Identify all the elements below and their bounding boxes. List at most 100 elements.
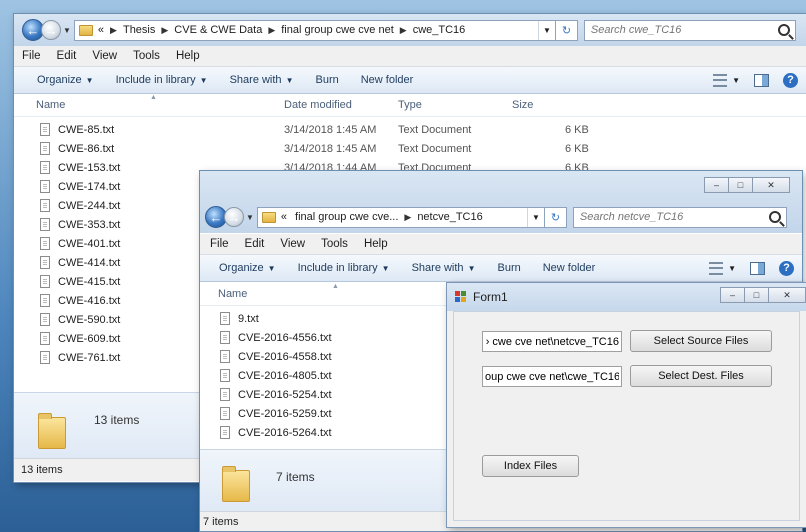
change-view-button[interactable]: ▼ <box>713 73 740 87</box>
menu-edit[interactable]: Edit <box>49 50 85 62</box>
share-with-label: Share with <box>411 262 464 274</box>
file-name: CWE-86.txt <box>58 142 115 155</box>
search-box[interactable] <box>572 206 787 228</box>
include-in-library-label: Include in library <box>115 74 196 86</box>
forward-arrow-icon[interactable]: → <box>224 207 244 227</box>
select-source-files-button[interactable]: Select Source Files <box>630 330 772 352</box>
menu-file[interactable]: File <box>202 238 237 250</box>
search-icon[interactable] <box>777 23 790 36</box>
breadcrumb-separator-icon: ▶ <box>161 24 169 35</box>
refresh-icon[interactable]: ↻ <box>544 206 567 228</box>
list-item[interactable]: CVE-2016-5264.txt <box>220 423 460 442</box>
file-name: CWE-174.txt <box>58 180 121 193</box>
list-item[interactable]: CVE-2016-4805.txt <box>220 366 460 385</box>
list-item[interactable]: CVE-2016-4558.txt <box>220 347 460 366</box>
menu-view[interactable]: View <box>272 238 313 250</box>
menu-tools[interactable]: Tools <box>125 50 168 62</box>
column-date-modified[interactable]: Date modified <box>284 99 352 111</box>
list-item[interactable]: 9.txt <box>220 309 460 328</box>
burn-button[interactable]: Burn <box>486 262 531 274</box>
column-name[interactable]: Name <box>36 99 65 111</box>
search-icon[interactable] <box>768 210 781 223</box>
text-file-icon <box>40 275 50 288</box>
breadcrumb-cve-cwe-data[interactable]: CVE & CWE Data <box>174 24 262 36</box>
file-date: 3/14/2018 1:45 AM <box>284 123 377 136</box>
breadcrumb[interactable]: « ▶ Thesis ▶ CVE & CWE Data ▶ final grou… <box>73 19 556 41</box>
column-name[interactable]: Name <box>218 288 247 300</box>
menu-help[interactable]: Help <box>168 50 208 62</box>
breadcrumb-netcve-tc16[interactable]: netcve_TC16 <box>417 211 482 223</box>
menu-tools[interactable]: Tools <box>313 238 356 250</box>
file-name: CWE-609.txt <box>58 332 121 345</box>
details-item-count: 7 items <box>276 470 315 484</box>
column-size[interactable]: Size <box>512 99 533 111</box>
text-file-icon <box>40 218 50 231</box>
breadcrumb-overflow[interactable]: « <box>98 24 104 36</box>
share-with-button[interactable]: Share with ▼ <box>401 262 487 274</box>
menu-edit[interactable]: Edit <box>237 238 273 250</box>
forward-arrow-icon[interactable]: → <box>41 20 61 40</box>
index-files-button[interactable]: Index Files <box>482 455 579 477</box>
close-icon[interactable]: ✕ <box>752 177 790 193</box>
breadcrumb[interactable]: « final group cwe cve... ▶ netcve_TC16 ▼ <box>256 206 545 228</box>
menu-help[interactable]: Help <box>356 238 396 250</box>
search-input[interactable] <box>584 24 795 36</box>
dest-path-field[interactable] <box>482 366 622 387</box>
minimize-icon[interactable]: – <box>704 177 729 193</box>
help-icon[interactable]: ? <box>783 72 798 88</box>
preview-pane-icon[interactable] <box>754 73 769 87</box>
menu-file[interactable]: File <box>14 50 49 62</box>
list-item[interactable]: CVE-2016-4556.txt <box>220 328 460 347</box>
search-box[interactable] <box>583 19 796 41</box>
source-path-field[interactable] <box>482 331 622 352</box>
include-in-library-button[interactable]: Include in library ▼ <box>287 262 401 274</box>
text-file-icon <box>220 388 230 401</box>
close-icon[interactable]: ✕ <box>768 287 806 303</box>
recent-pages-dropdown-icon[interactable]: ▼ <box>246 213 254 222</box>
text-file-icon <box>220 312 230 325</box>
share-with-button[interactable]: Share with ▼ <box>219 74 305 86</box>
chevron-down-icon: ▼ <box>85 76 94 85</box>
file-name: CWE-414.txt <box>58 256 121 269</box>
minimize-icon[interactable]: – <box>720 287 745 303</box>
list-item[interactable]: CWE-85.txt 3/14/2018 1:45 AM Text Document… <box>40 120 600 139</box>
breadcrumb-final-group[interactable]: final group cwe cve net <box>281 24 394 36</box>
new-folder-button[interactable]: New folder <box>350 74 425 86</box>
chevron-down-icon[interactable]: ▼ <box>526 207 544 227</box>
list-item[interactable]: CWE-86.txt 3/14/2018 1:45 AM Text Document… <box>40 139 600 158</box>
form-title: Form1 <box>473 290 508 304</box>
file-name: CVE-2016-4558.txt <box>238 350 332 363</box>
form-client-area: Select Source Files Select Dest. Files I… <box>453 311 800 521</box>
file-size: 6 KB <box>565 142 589 155</box>
organize-button[interactable]: Organize ▼ <box>208 262 287 274</box>
menu-view[interactable]: View <box>84 50 125 62</box>
refresh-icon[interactable]: ↻ <box>555 19 578 41</box>
preview-pane-icon[interactable] <box>750 261 765 275</box>
file-size: 6 KB <box>565 123 589 136</box>
text-file-icon <box>40 237 50 250</box>
organize-button[interactable]: Organize ▼ <box>26 74 105 86</box>
breadcrumb-cwe-tc16[interactable]: cwe_TC16 <box>413 24 466 36</box>
chevron-down-icon: ▼ <box>728 263 736 273</box>
recent-pages-dropdown-icon[interactable]: ▼ <box>63 26 71 35</box>
text-file-icon <box>40 180 50 193</box>
breadcrumb-overflow[interactable]: « <box>281 211 287 223</box>
list-item[interactable]: CVE-2016-5254.txt <box>220 385 460 404</box>
burn-button[interactable]: Burn <box>304 74 349 86</box>
search-input[interactable] <box>573 211 786 223</box>
maximize-icon[interactable]: □ <box>744 287 769 303</box>
file-type: Text Document <box>398 123 472 136</box>
column-type[interactable]: Type <box>398 99 422 111</box>
help-icon[interactable]: ? <box>779 260 794 276</box>
select-dest-files-button[interactable]: Select Dest. Files <box>630 365 772 387</box>
list-item[interactable]: CVE-2016-5259.txt <box>220 404 460 423</box>
text-file-icon <box>40 199 50 212</box>
include-in-library-button[interactable]: Include in library ▼ <box>105 74 219 86</box>
breadcrumb-thesis[interactable]: Thesis <box>123 24 155 36</box>
organize-label: Organize <box>37 74 82 86</box>
chevron-down-icon[interactable]: ▼ <box>537 20 555 40</box>
maximize-icon[interactable]: □ <box>728 177 753 193</box>
new-folder-button[interactable]: New folder <box>532 262 607 274</box>
change-view-button[interactable]: ▼ <box>709 261 736 275</box>
breadcrumb-final-group[interactable]: final group cwe cve... <box>295 211 398 223</box>
